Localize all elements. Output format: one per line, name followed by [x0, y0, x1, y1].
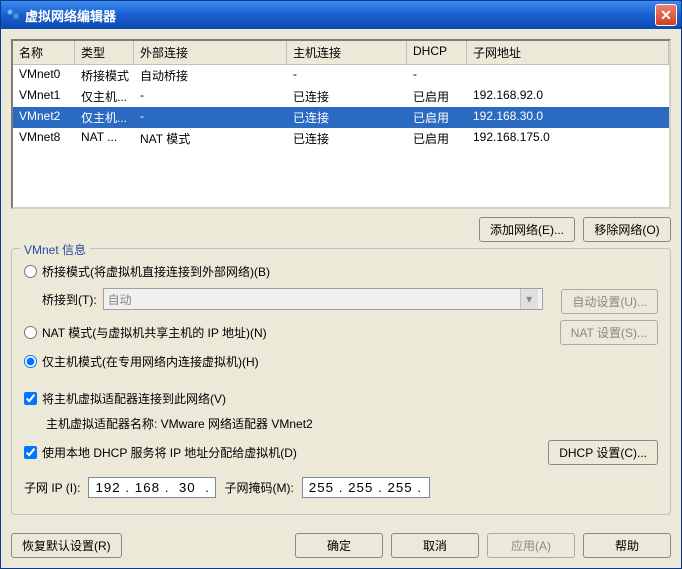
bridge-label: 桥接模式(将虚拟机直接连接到外部网络)(B)	[42, 263, 270, 280]
window-title: 虚拟网络编辑器	[25, 6, 655, 25]
cell-dhcp: 已启用	[407, 87, 467, 106]
cell-type: 仅主机...	[75, 87, 134, 106]
cell-dhcp: -	[407, 66, 467, 85]
cell-host: 已连接	[287, 129, 407, 148]
restore-defaults-button[interactable]: 恢复默认设置(R)	[11, 533, 122, 558]
remove-network-button[interactable]: 移除网络(O)	[583, 217, 671, 242]
cell-ext: -	[134, 108, 287, 127]
dhcp-settings-button[interactable]: DHCP 设置(C)...	[548, 440, 658, 465]
help-button[interactable]: 帮助	[583, 533, 671, 558]
close-button[interactable]: ✕	[655, 4, 677, 26]
cell-name: VMnet8	[13, 129, 75, 148]
apply-button: 应用(A)	[487, 533, 575, 558]
table-row[interactable]: VMnet8NAT ...NAT 模式已连接已启用192.168.175.0	[13, 128, 669, 149]
nat-label: NAT 模式(与虚拟机共享主机的 IP 地址)(N)	[42, 324, 267, 341]
nat-settings-button: NAT 设置(S)...	[560, 320, 658, 345]
cell-ext: NAT 模式	[134, 129, 287, 148]
subnet-mask-input[interactable]	[302, 477, 430, 498]
table-row[interactable]: VMnet0桥接模式自动桥接--	[13, 65, 669, 86]
cell-ext: -	[134, 87, 287, 106]
hostonly-radio[interactable]	[24, 355, 37, 368]
use-dhcp-checkbox[interactable]	[24, 446, 37, 459]
cell-ext: 自动桥接	[134, 66, 287, 85]
use-dhcp-check-row[interactable]: 使用本地 DHCP 服务将 IP 地址分配给虚拟机(D)	[24, 440, 540, 465]
cell-name: VMnet0	[13, 66, 75, 85]
hostonly-mode-radio-row[interactable]: 仅主机模式(在专用网络内连接虚拟机)(H)	[24, 349, 658, 374]
col-host[interactable]: 主机连接	[287, 41, 407, 64]
cell-dhcp: 已启用	[407, 129, 467, 148]
add-network-button[interactable]: 添加网络(E)...	[479, 217, 575, 242]
connect-host-label: 将主机虚拟适配器连接到此网络(V)	[42, 390, 226, 407]
cell-type: NAT ...	[75, 129, 134, 148]
use-dhcp-label: 使用本地 DHCP 服务将 IP 地址分配给虚拟机(D)	[42, 444, 297, 461]
cell-host: 已连接	[287, 108, 407, 127]
cell-host: -	[287, 66, 407, 85]
cell-subnet	[467, 66, 669, 85]
cancel-button[interactable]: 取消	[391, 533, 479, 558]
cell-subnet: 192.168.30.0	[467, 108, 669, 127]
nat-radio[interactable]	[24, 326, 37, 339]
auto-settings-button: 自动设置(U)...	[561, 289, 658, 314]
group-title: VMnet 信息	[20, 241, 90, 258]
bridge-to-select: 自动 ▾	[103, 288, 543, 310]
cell-name: VMnet1	[13, 87, 75, 106]
bridge-mode-radio-row[interactable]: 桥接模式(将虚拟机直接连接到外部网络)(B)	[24, 259, 553, 284]
cell-dhcp: 已启用	[407, 108, 467, 127]
titlebar: 虚拟网络编辑器 ✕	[1, 1, 681, 29]
bridge-radio[interactable]	[24, 265, 37, 278]
col-external[interactable]: 外部连接	[134, 41, 287, 64]
cell-type: 桥接模式	[75, 66, 134, 85]
subnet-ip-label: 子网 IP (I):	[24, 479, 80, 496]
bridge-to-value: 自动	[108, 291, 132, 308]
col-name[interactable]: 名称	[13, 41, 75, 64]
table-row[interactable]: VMnet1仅主机...-已连接已启用192.168.92.0	[13, 86, 669, 107]
list-header: 名称 类型 外部连接 主机连接 DHCP 子网地址	[13, 41, 669, 65]
table-row[interactable]: VMnet2仅主机...-已连接已启用192.168.30.0	[13, 107, 669, 128]
subnet-ip-input[interactable]	[88, 477, 216, 498]
app-icon	[5, 7, 21, 23]
network-list[interactable]: 名称 类型 外部连接 主机连接 DHCP 子网地址 VMnet0桥接模式自动桥接…	[11, 39, 671, 209]
connect-host-check-row[interactable]: 将主机虚拟适配器连接到此网络(V)	[24, 386, 658, 411]
col-subnet[interactable]: 子网地址	[467, 41, 669, 64]
connect-host-checkbox[interactable]	[24, 392, 37, 405]
chevron-down-icon: ▾	[520, 289, 538, 309]
cell-subnet: 192.168.92.0	[467, 87, 669, 106]
cell-subnet: 192.168.175.0	[467, 129, 669, 148]
vmnet-info-group: VMnet 信息 桥接模式(将虚拟机直接连接到外部网络)(B) 桥接到(T): …	[11, 248, 671, 515]
cell-type: 仅主机...	[75, 108, 134, 127]
subnet-mask-label: 子网掩码(M):	[224, 479, 293, 496]
bridge-to-label: 桥接到(T):	[42, 291, 97, 308]
cell-name: VMnet2	[13, 108, 75, 127]
hostonly-label: 仅主机模式(在专用网络内连接虚拟机)(H)	[42, 353, 259, 370]
col-dhcp[interactable]: DHCP	[407, 41, 467, 64]
cell-host: 已连接	[287, 87, 407, 106]
col-type[interactable]: 类型	[75, 41, 134, 64]
nat-mode-radio-row[interactable]: NAT 模式(与虚拟机共享主机的 IP 地址)(N)	[24, 320, 552, 345]
adapter-name-label: 主机虚拟适配器名称: VMware 网络适配器 VMnet2	[46, 415, 313, 432]
ok-button[interactable]: 确定	[295, 533, 383, 558]
